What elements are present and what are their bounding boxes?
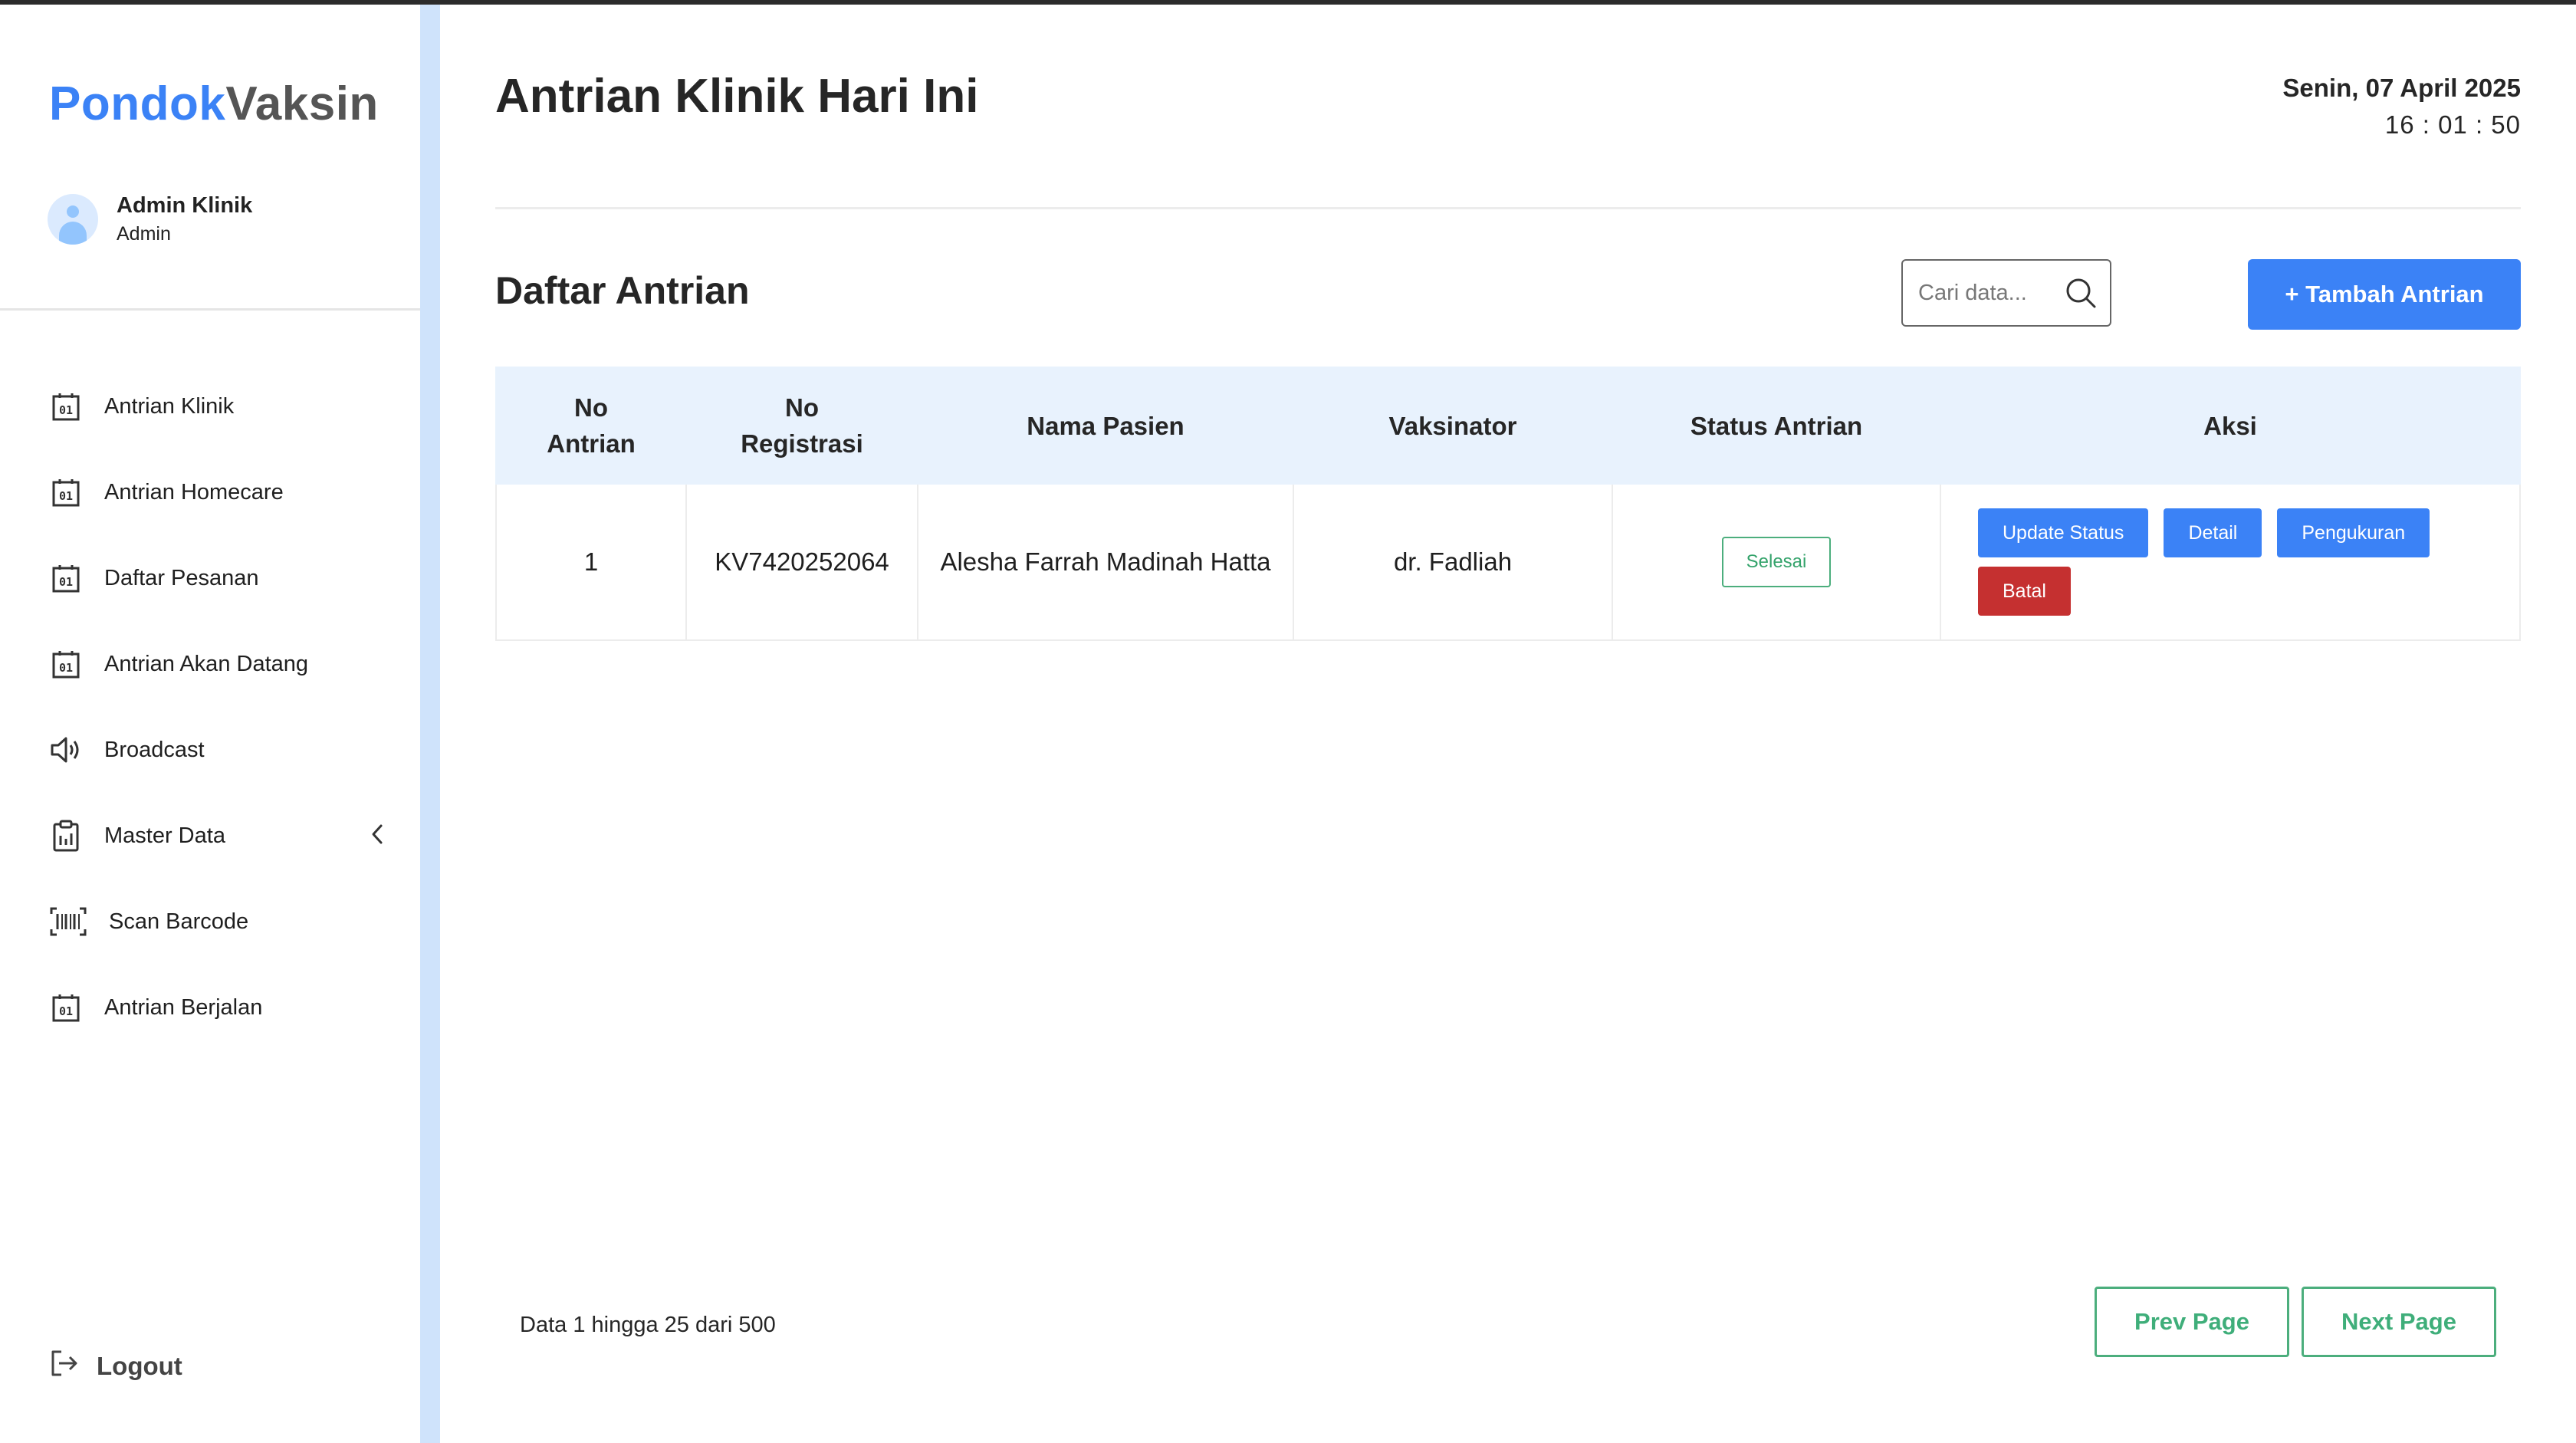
detail-button[interactable]: Detail [2164, 508, 2262, 557]
svg-text:01: 01 [59, 489, 73, 503]
date-time: Senin, 07 April 2025 16 : 01 : 50 [2282, 74, 2521, 140]
header-divider [495, 207, 2521, 209]
logout-label: Logout [97, 1352, 182, 1380]
sidebar-item-label: Daftar Pesanan [104, 565, 259, 590]
sidebar-item-broadcast[interactable]: Broadcast [49, 707, 386, 793]
sidebar-item-label: Antrian Akan Datang [104, 651, 309, 676]
sidebar: PondokVaksin Admin Klinik Admin 01 Antri… [0, 5, 420, 1443]
batal-button[interactable]: Batal [1978, 567, 2071, 616]
search-icon[interactable] [2064, 276, 2098, 314]
page-title: Antrian Klinik Hari Ini [495, 70, 979, 123]
pengukuran-button[interactable]: Pengukuran [2277, 508, 2430, 557]
svg-text:01: 01 [59, 403, 73, 417]
svg-text:01: 01 [59, 661, 73, 675]
sidebar-item-master-data[interactable]: Master Data [49, 793, 386, 879]
queue-number-icon: 01 [49, 647, 83, 681]
search-box [1901, 259, 2111, 327]
clipboard-icon [49, 819, 83, 853]
sidebar-nav: 01 Antrian Klinik 01 Antrian Homecare 01… [49, 363, 386, 1050]
search-input[interactable] [1917, 279, 2073, 307]
sidebar-divider [0, 308, 420, 311]
current-date: Senin, 07 April 2025 [2282, 74, 2521, 102]
sidebar-item-daftar-pesanan[interactable]: 01 Daftar Pesanan [49, 535, 386, 621]
header-vaksinator: Vaksinator [1293, 367, 1613, 485]
queue-number-icon: 01 [49, 390, 83, 423]
user-profile: Admin Klinik Admin [48, 193, 252, 245]
sidebar-item-antrian-berjalan[interactable]: 01 Antrian Berjalan [49, 965, 386, 1050]
logout-button[interactable]: Logout [49, 1348, 182, 1385]
prev-page-button[interactable]: Prev Page [2095, 1287, 2289, 1357]
header-no-registrasi: No Registrasi [685, 367, 918, 485]
cell-no-registrasi: KV7420252064 [685, 483, 918, 641]
cell-actions: Update Status Detail Pengukuran Batal [1940, 483, 2521, 641]
cell-vaksinator: dr. Fadliah [1293, 483, 1613, 641]
next-page-button[interactable]: Next Page [2302, 1287, 2496, 1357]
barcode-icon [49, 905, 87, 938]
current-time: 16 : 01 : 50 [2384, 110, 2521, 139]
user-name: Admin Klinik [117, 193, 253, 218]
sidebar-item-antrian-homecare[interactable]: 01 Antrian Homecare [49, 449, 386, 535]
update-status-button[interactable]: Update Status [1978, 508, 2149, 557]
cell-status: Selesai [1612, 483, 1941, 641]
header-nama-pasien: Nama Pasien [917, 367, 1294, 485]
add-queue-button[interactable]: + Tambah Antrian [2248, 259, 2521, 330]
sidebar-item-label: Antrian Berjalan [104, 994, 263, 1020]
header-status-antrian: Status Antrian [1612, 367, 1941, 485]
svg-text:01: 01 [59, 575, 73, 589]
brand-part-2: Vaksin [225, 77, 379, 130]
header-aksi: Aksi [1940, 367, 2521, 485]
header-no-antrian: No Antrian [495, 367, 687, 485]
avatar [48, 194, 98, 245]
speaker-icon [49, 733, 83, 767]
table-row: 1 KV7420252064 Alesha Farrah Madinah Hat… [495, 483, 2521, 641]
sidebar-item-antrian-akan-datang[interactable]: 01 Antrian Akan Datang [49, 621, 386, 707]
sidebar-item-label: Master Data [104, 823, 225, 848]
user-role: Admin [117, 223, 171, 245]
svg-text:01: 01 [59, 1004, 73, 1018]
queue-number-icon: 01 [49, 561, 83, 595]
table-header-row: No Antrian No Registrasi Nama Pasien Vaksi… [495, 367, 2521, 485]
status-badge: Selesai [1721, 537, 1832, 587]
logout-icon [49, 1348, 80, 1385]
sidebar-item-label: Antrian Homecare [104, 479, 284, 505]
queue-table: No Antrian No Registrasi Nama Pasien Vaksi… [495, 367, 2521, 641]
sidebar-item-label: Antrian Klinik [104, 393, 235, 419]
sidebar-item-label: Broadcast [104, 737, 205, 762]
chevron-left-icon[interactable] [368, 822, 386, 853]
pagination-info: Data 1 hingga 25 dari 500 [520, 1313, 776, 1337]
brand-logo[interactable]: PondokVaksin [49, 77, 379, 131]
queue-number-icon: 01 [49, 475, 83, 509]
cell-no-antrian: 1 [495, 483, 687, 641]
sidebar-item-antrian-klinik[interactable]: 01 Antrian Klinik [49, 363, 386, 449]
sidebar-item-scan-barcode[interactable]: Scan Barcode [49, 879, 386, 965]
section-title: Daftar Antrian [495, 269, 750, 312]
sidebar-item-label: Scan Barcode [109, 909, 249, 934]
queue-number-icon: 01 [49, 991, 83, 1024]
sidebar-border [420, 5, 440, 1443]
cell-nama-pasien: Alesha Farrah Madinah Hatta [917, 483, 1294, 641]
brand-part-1: Pondok [49, 77, 226, 130]
